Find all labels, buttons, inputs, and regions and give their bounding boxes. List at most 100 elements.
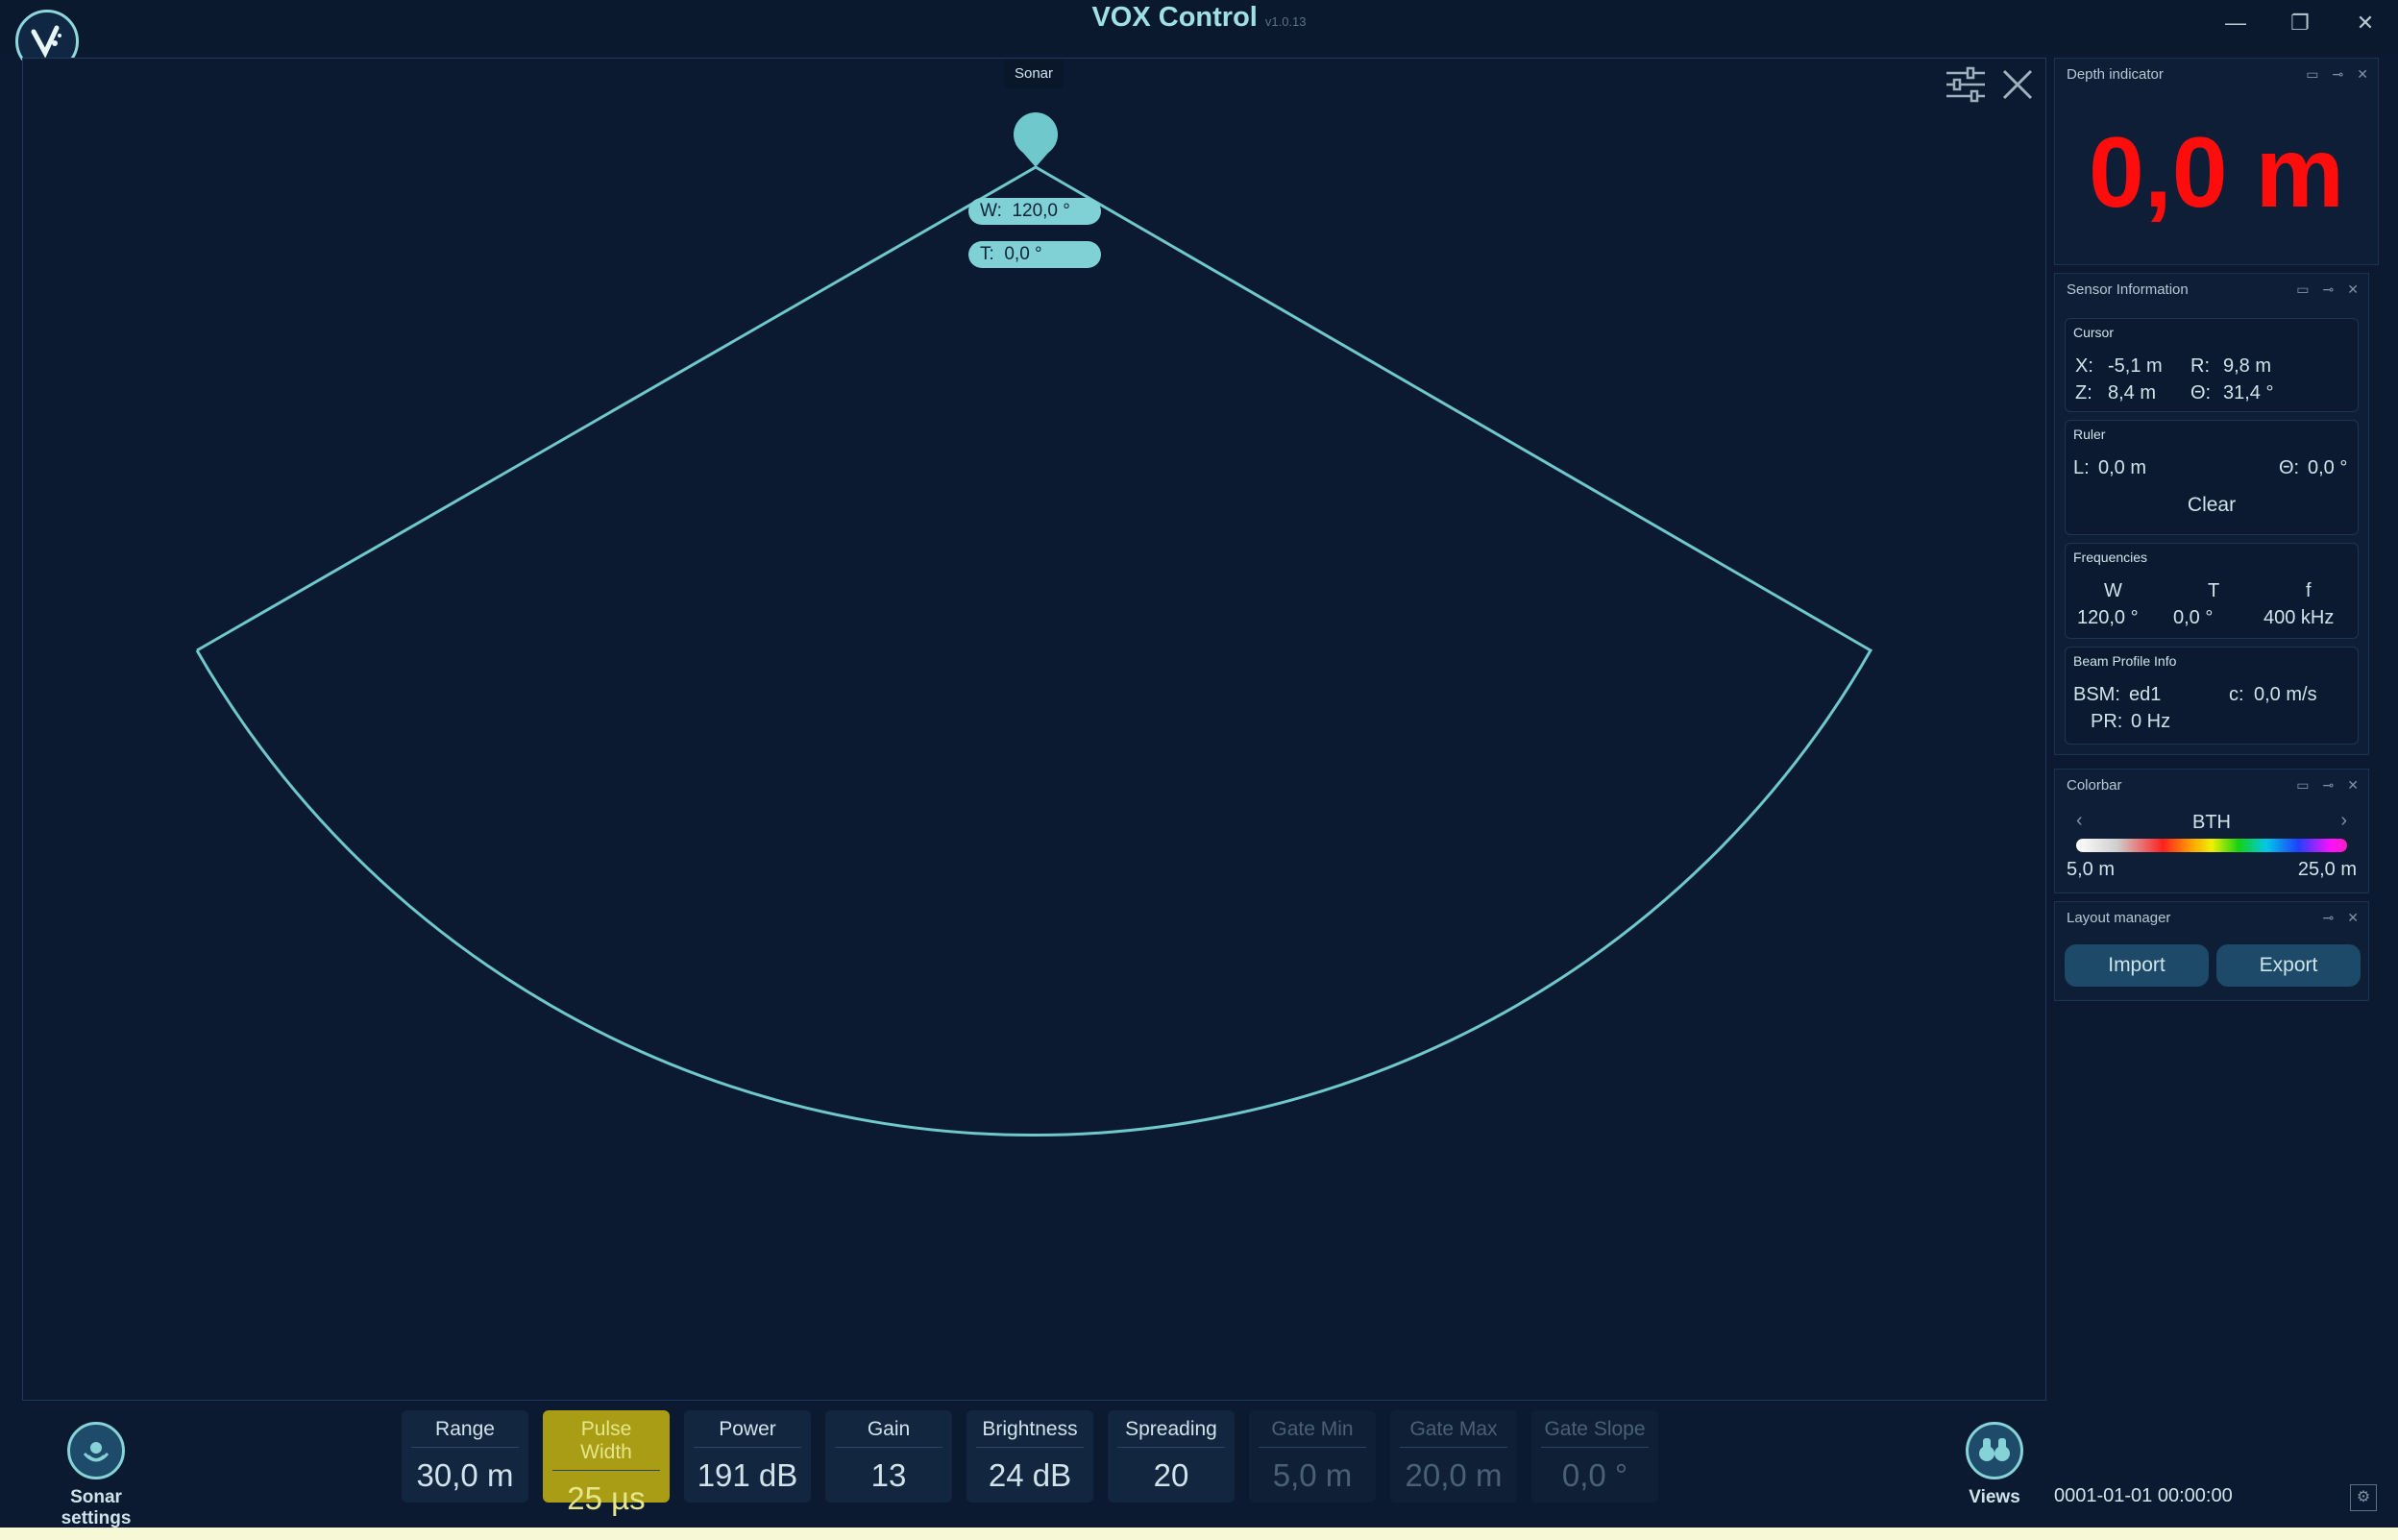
binoculars-icon [1966,1422,2023,1479]
frequencies-title: Frequencies [2073,550,2148,565]
close-panel-icon[interactable]: ✕ [2357,66,2368,83]
frequencies-card: Frequencies W T f 120,0 ° 0,0 ° 400 kHz [2065,543,2359,639]
sonar-settings-icon [67,1422,125,1479]
param-gate-slope-label: Gate Slope [1541,1418,1649,1448]
tilt-angle-pill[interactable]: T: 0,0 ° [968,241,1101,268]
close-panel-icon[interactable]: ✕ [2347,777,2359,794]
ruler-card: Ruler L: 0,0 m Θ: 0,0 ° Clear [2065,420,2359,535]
param-spreading-label: Spreading [1117,1418,1225,1448]
bottom-status-strip [0,1528,2398,1540]
views-label: Views [1969,1487,2020,1507]
param-range-button[interactable]: Range 30,0 m [402,1410,528,1503]
export-button[interactable]: Export [2216,944,2361,987]
ruler-theta-label: Θ: [2279,457,2300,478]
cursor-z-label: Z: [2075,382,2092,403]
float-icon[interactable]: ▭ [2296,281,2309,298]
colorbar-next-icon[interactable]: › [2340,810,2347,832]
sonar-fan-svg [195,112,1873,1137]
pin-icon[interactable]: ⊸ [2323,910,2335,926]
sensor-information-panel: Sensor Information ▭ ⊸ ✕ Cursor X: -5,1 m … [2054,273,2369,755]
ruler-title: Ruler [2073,427,2106,442]
param-brightness-label: Brightness [976,1418,1084,1448]
param-gate-slope-button: Gate Slope 0,0 ° [1531,1410,1658,1503]
param-gate-max-button: Gate Max 20,0 m [1390,1410,1517,1503]
cursor-x-value: -5,1 m [2108,355,2163,377]
width-label: W: [980,201,1002,221]
ruler-l-label: L: [2073,457,2090,478]
tilt-value: 0,0 ° [1004,244,1042,264]
param-brightness-button[interactable]: Brightness 24 dB [967,1410,1093,1503]
param-gate-min-value: 5,0 m [1272,1457,1353,1493]
close-panel-icon[interactable]: ✕ [2347,910,2359,926]
depth-indicator-title: Depth indicator [2067,66,2164,83]
cursor-r-label: R: [2190,355,2210,377]
close-window-button[interactable]: ✕ [2344,6,2386,40]
freq-t-value: 0,0 ° [2173,607,2214,628]
layout-manager-title: Layout manager [2067,910,2171,926]
views-button[interactable]: Views [1966,1416,2023,1508]
status-settings-icon[interactable]: ⚙ [2350,1484,2377,1511]
import-button[interactable]: Import [2065,944,2209,987]
colorbar-max: 25,0 m [2297,859,2357,880]
cursor-x-label: X: [2075,355,2093,377]
param-pulse-width-button[interactable]: Pulse Width 25 µs [543,1410,670,1516]
c-label: c: [2229,684,2244,705]
param-gain-button[interactable]: Gain 13 [825,1410,952,1503]
pr-value: 0 Hz [2131,711,2171,732]
param-power-button[interactable]: Power 191 dB [684,1410,811,1503]
pr-label: PR: [2091,711,2123,732]
beam-profile-card: Beam Profile Info BSM: ed1 c: 0,0 m/s PR… [2065,647,2359,745]
freq-f-value: 400 kHz [2263,607,2335,628]
param-power-label: Power [694,1418,801,1448]
sonar-head-marker[interactable] [1014,112,1058,167]
depth-indicator-panel: Depth indicator ▭ ⊸ ✕ 0,0 m [2054,58,2379,265]
param-gate-max-value: 20,0 m [1405,1457,1503,1493]
float-icon[interactable]: ▭ [2296,777,2309,794]
pin-icon[interactable]: ⊸ [2323,281,2335,298]
restore-button[interactable]: ❐ [2279,6,2321,40]
cursor-theta-value: 31,4 ° [2223,382,2274,403]
cursor-z-value: 8,4 m [2108,382,2157,403]
cursor-theta-label: Θ: [2190,382,2212,403]
beam-profile-title: Beam Profile Info [2073,653,2177,669]
colorbar-gradient [2076,839,2347,852]
timestamp: 0001-01-01 00:00:00 [2054,1485,2233,1506]
param-brightness-value: 24 dB [988,1457,1072,1493]
param-pulse-width-label: Pulse Width [552,1418,660,1471]
bsm-label: BSM: [2073,684,2120,705]
cursor-r-value: 9,8 m [2223,355,2272,377]
param-range-value: 30,0 m [416,1457,514,1493]
cursor-card: Cursor X: -5,1 m R: 9,8 m Z: 8,4 m Θ: 31… [2065,318,2359,412]
minimize-button[interactable]: — [2214,6,2257,40]
width-angle-pill[interactable]: W: 120,0 ° [968,198,1101,225]
param-gate-min-label: Gate Min [1259,1418,1366,1448]
param-gain-label: Gain [835,1418,942,1448]
float-icon[interactable]: ▭ [2306,66,2318,83]
pin-icon[interactable]: ⊸ [2333,66,2344,83]
sonar-settings-label: Sonar settings [61,1487,132,1528]
freq-f-label: f [2306,580,2312,601]
cursor-title: Cursor [2073,325,2115,340]
sonar-settings-button[interactable]: Sonar settings [37,1416,156,1529]
freq-w-value: 120,0 ° [2077,607,2139,628]
close-panel-icon[interactable]: ✕ [2347,281,2359,298]
sonar-beam-fan [195,165,1873,1137]
param-gate-slope-value: 0,0 ° [1561,1457,1628,1493]
colorbar-title: Colorbar [2067,777,2122,794]
pin-icon[interactable]: ⊸ [2323,777,2335,794]
colorbar-name: BTH [2192,812,2231,833]
c-value: 0,0 m/s [2254,684,2317,705]
width-value: 120,0 ° [1012,201,1070,221]
depth-value: 0,0 m [2089,117,2344,229]
ruler-theta-value: 0,0 ° [2308,457,2348,478]
param-spreading-value: 20 [1153,1457,1189,1493]
colorbar-min: 5,0 m [2067,859,2116,880]
bsm-value: ed1 [2129,684,2162,705]
param-pulse-width-value: 25 µs [567,1480,646,1516]
param-gate-max-label: Gate Max [1400,1418,1507,1448]
param-spreading-button[interactable]: Spreading 20 [1108,1410,1235,1503]
param-gate-min-button: Gate Min 5,0 m [1249,1410,1376,1503]
ruler-l-value: 0,0 m [2098,457,2147,478]
colorbar-panel: Colorbar ▭ ⊸ ✕ ‹ BTH › 5,0 m 25,0 m [2054,769,2369,893]
ruler-clear-button[interactable]: Clear [2066,494,2358,517]
